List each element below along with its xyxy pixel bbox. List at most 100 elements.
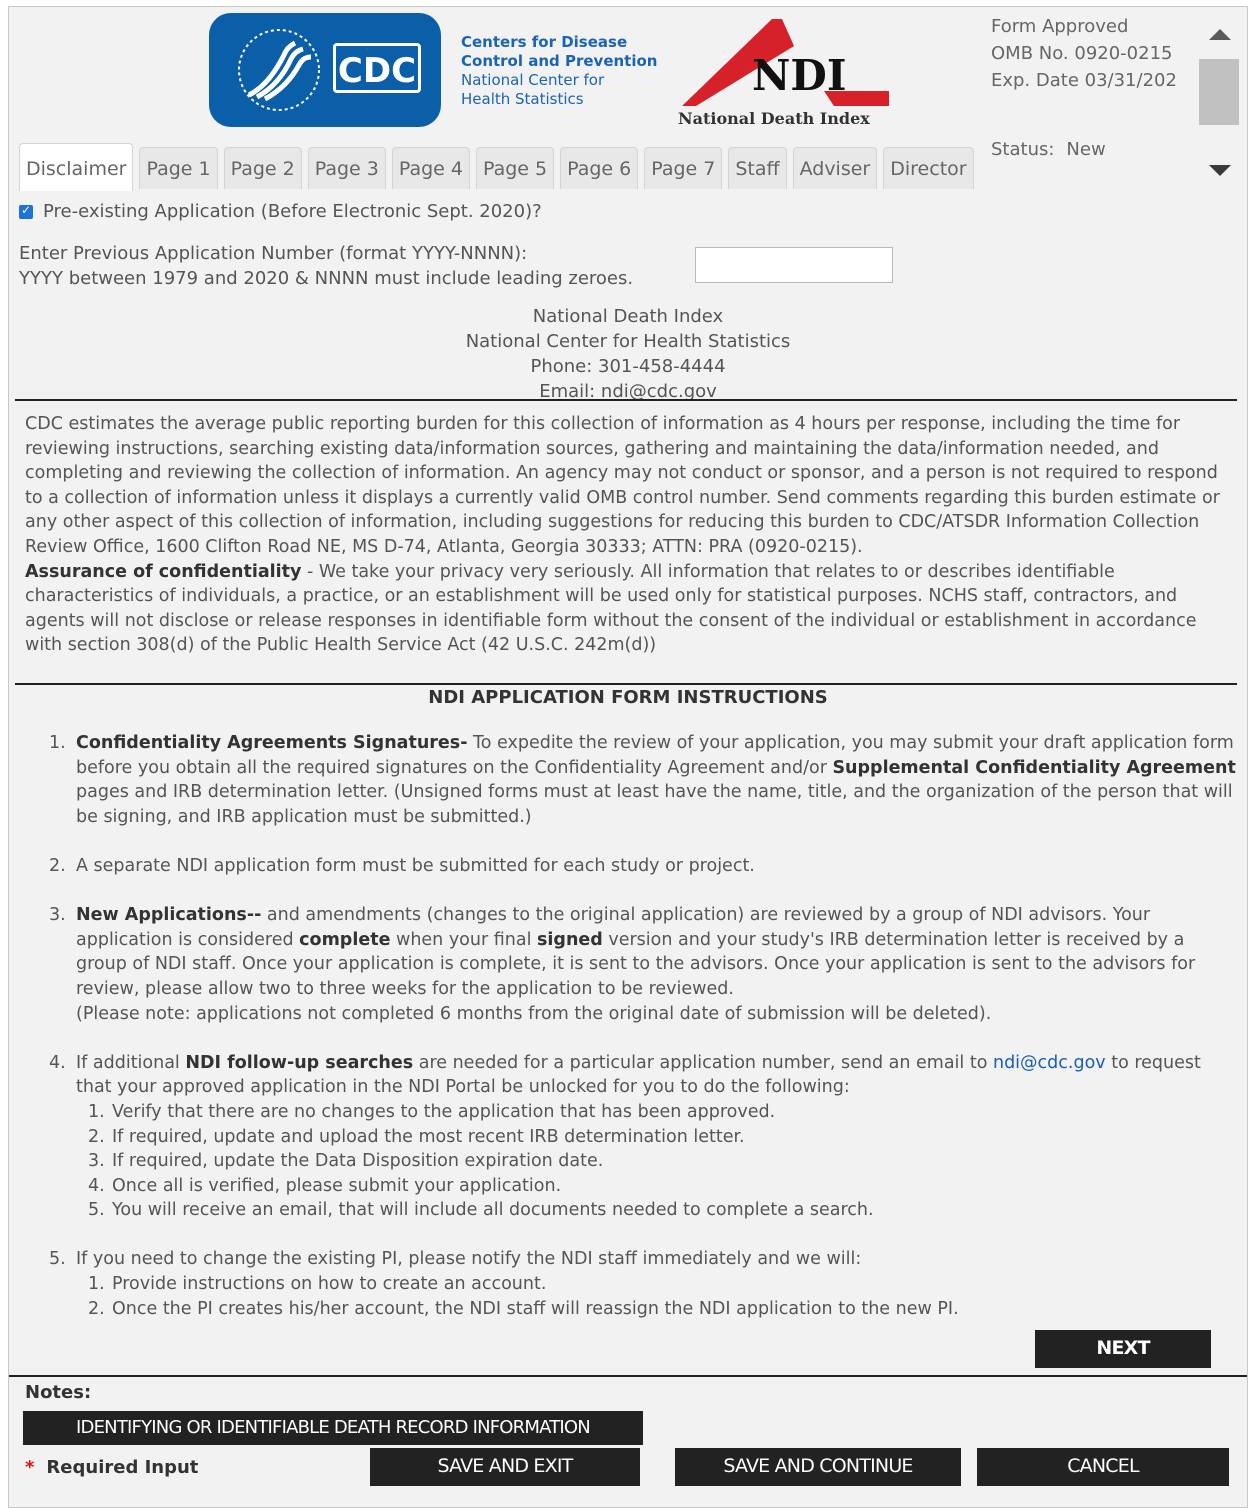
scroll-up-arrow-icon[interactable] <box>1209 29 1231 40</box>
pre-existing-row: Pre-existing Application (Before Electro… <box>19 201 542 222</box>
ndi-logo-subtitle: National Death Index <box>678 109 870 128</box>
save-and-exit-button[interactable]: SAVE AND EXIT <box>370 1448 640 1486</box>
item-text: pages and IRB determination letter. (Uns… <box>76 782 1233 827</box>
status-value: New <box>1066 139 1106 160</box>
tab-director[interactable]: Director <box>883 147 974 189</box>
identifying-info-button[interactable]: IDENTIFYING OR IDENTIFIABLE DEATH RECORD… <box>23 1411 643 1445</box>
item-number: 3. <box>49 905 66 926</box>
burden-statement: CDC estimates the average public reporti… <box>25 412 1237 658</box>
sub-item-text: If required, update the Data Disposition… <box>112 1151 604 1172</box>
pre-existing-checkbox[interactable] <box>19 203 33 219</box>
item-text: are needed for a particular application … <box>413 1052 993 1073</box>
sub-item-number: 4. <box>88 1175 105 1196</box>
divider <box>15 399 1237 401</box>
tab-page-6[interactable]: Page 6 <box>560 147 639 189</box>
tab-page-3[interactable]: Page 3 <box>307 147 386 189</box>
cdc-name-line: Centers for Disease <box>461 33 628 51</box>
required-star: * <box>25 1457 35 1478</box>
sub-item: 5. You will receive an email, that will i… <box>76 1198 1239 1223</box>
sub-item-text: Provide instructions on how to create an… <box>112 1274 547 1295</box>
item-bold: complete <box>299 929 391 950</box>
hhs-eagle-icon <box>238 29 320 111</box>
next-button[interactable]: NEXT <box>1035 1330 1211 1368</box>
email-link[interactable]: ndi@cdc.gov <box>993 1053 1106 1073</box>
assurance-title: Assurance of confidentiality <box>25 561 302 582</box>
divider <box>9 1375 1247 1377</box>
sub-item-text: Verify that there are no changes to the … <box>112 1101 776 1122</box>
sub-item-number: 3. <box>88 1151 105 1172</box>
item-bold: New Applications-- <box>76 905 262 926</box>
item-text: If you need to change the existing PI, p… <box>76 1249 862 1270</box>
sub-item-number: 2. <box>88 1298 105 1319</box>
instruction-item: 5. If you need to change the existing PI… <box>49 1247 1239 1321</box>
item-text: when your final <box>390 929 537 950</box>
item-bold: signed <box>537 929 603 950</box>
tab-page-2[interactable]: Page 2 <box>223 147 302 189</box>
save-and-continue-button[interactable]: SAVE AND CONTINUE <box>675 1448 961 1486</box>
cdc-agency-name: Centers for Disease Control and Preventi… <box>461 33 657 109</box>
omb-line: Form Approved <box>991 16 1129 37</box>
instruction-item: 4. If additional NDI follow-up searches … <box>49 1051 1239 1223</box>
scroll-down-arrow-icon[interactable] <box>1209 165 1231 176</box>
tab-adviser[interactable]: Adviser <box>792 147 878 189</box>
instructions-list: 1. Confidentiality Agreements Signatures… <box>49 731 1239 1346</box>
sub-item-text: Once all is verified, please submit your… <box>112 1175 562 1196</box>
form-tabs: Disclaimer Page 1 Page 2 Page 3 Page 4 P… <box>19 143 974 191</box>
cdc-name-line: National Center for <box>461 71 605 89</box>
notes-label: Notes: <box>25 1382 92 1403</box>
sub-item-text: If required, update and upload the most … <box>112 1126 745 1147</box>
tab-page-1[interactable]: Page 1 <box>139 147 218 189</box>
item-number: 4. <box>49 1052 66 1073</box>
sub-item-text: Once the PI creates his/her account, the… <box>112 1298 959 1319</box>
sub-item-number: 5. <box>88 1200 105 1221</box>
cdc-name-line: Control and Prevention <box>461 52 658 70</box>
sub-item: 3. If required, update the Data Dispositi… <box>76 1149 1239 1174</box>
instructions-title: NDI APPLICATION FORM INSTRUCTIONS <box>428 687 828 708</box>
item-text: If additional <box>76 1052 186 1073</box>
sub-item: 2. Once the PI creates his/her account, t… <box>76 1297 1239 1322</box>
sub-item-text: You will receive an email, that will inc… <box>112 1200 874 1221</box>
item-number: 2. <box>49 855 66 876</box>
divider <box>15 683 1237 685</box>
tab-disclaimer[interactable]: Disclaimer <box>19 143 134 191</box>
item-bold: Confidentiality Agreements Signatures- <box>76 733 468 753</box>
tab-page-7[interactable]: Page 7 <box>644 147 723 189</box>
item-number: 5. <box>49 1249 66 1270</box>
sub-item: 1. Verify that there are no changes to th… <box>76 1100 1239 1125</box>
sub-item: 2. If required, update and upload the mos… <box>76 1125 1239 1150</box>
ndi-logo-text: NDI <box>752 51 847 100</box>
previous-app-label-line: YYYY between 1979 and 2020 & NNNN must i… <box>19 268 634 289</box>
cdc-logo: CDC <box>209 13 441 127</box>
sub-item-number: 1. <box>88 1101 105 1122</box>
instruction-item: 2. A separate NDI application form must … <box>49 854 1239 879</box>
item-bold: Supplemental Confidentiality Agreement <box>832 757 1236 778</box>
item-note: (Please note: applications not completed… <box>76 1003 992 1024</box>
cancel-button[interactable]: CANCEL <box>977 1448 1229 1486</box>
required-input-legend: * Required Input <box>25 1457 198 1478</box>
cdc-name-line: Health Statistics <box>461 90 584 108</box>
status-label: Status: <box>991 139 1055 160</box>
contact-line: National Center for Health Statistics <box>465 331 791 352</box>
pre-existing-label: Pre-existing Application (Before Electro… <box>43 201 542 222</box>
tab-page-4[interactable]: Page 4 <box>391 147 470 189</box>
ndi-logo: NDI National Death Index <box>674 11 894 133</box>
scrollbar-thumb[interactable] <box>1199 59 1239 125</box>
previous-app-number-input[interactable] <box>695 247 893 283</box>
omb-line: OMB No. 0920-0215 <box>991 43 1173 64</box>
sub-item: 4. Once all is verified, please submit yo… <box>76 1174 1239 1199</box>
omb-line: Exp. Date 03/31/202 <box>991 70 1177 91</box>
contact-line: National Death Index <box>532 306 724 327</box>
tab-page-5[interactable]: Page 5 <box>475 147 555 189</box>
previous-app-label-line: Enter Previous Application Number (forma… <box>19 243 528 264</box>
contact-line: Phone: 301-458-4444 <box>530 356 726 377</box>
sub-item: 1. Provide instructions on how to create … <box>76 1272 1239 1297</box>
previous-app-label: Enter Previous Application Number (forma… <box>19 241 633 291</box>
instruction-item: 1. Confidentiality Agreements Signatures… <box>49 731 1239 829</box>
item-bold: NDI follow-up searches <box>185 1052 414 1073</box>
sub-item-number: 1. <box>88 1274 105 1295</box>
tab-staff[interactable]: Staff <box>728 147 787 189</box>
scrollbar[interactable] <box>1191 7 1247 197</box>
required-label: Required Input <box>46 1457 199 1478</box>
cdc-logo-text: CDC <box>333 43 421 93</box>
omb-approval: Form Approved OMB No. 0920-0215 Exp. Dat… <box>991 13 1177 94</box>
